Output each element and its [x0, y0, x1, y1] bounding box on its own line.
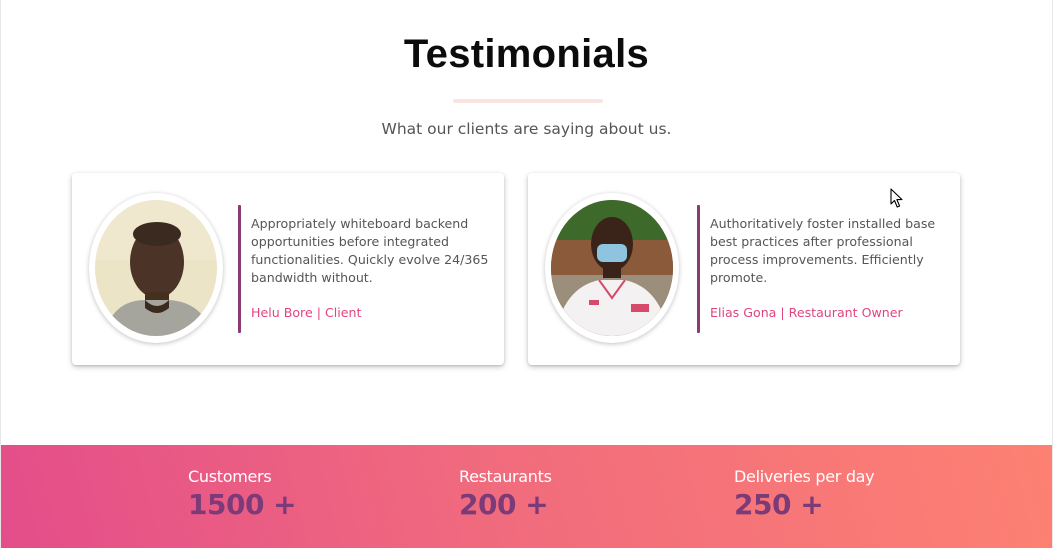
section-title: Testimonials [403, 32, 650, 76]
testimonial-card: Appropriately whiteboard backend opportu… [72, 173, 504, 365]
stat-label: Restaurants [459, 467, 552, 486]
stat-customers: Customers 1500 + [188, 467, 297, 521]
quote-accent-bar [697, 205, 700, 333]
testimonial-quote: Authoritatively foster installed base be… [710, 216, 936, 285]
avatar-frame [545, 193, 679, 343]
stat-value: 1500 + [188, 488, 297, 521]
section-subtitle: What our clients are saying about us. [381, 120, 672, 138]
stat-deliveries: Deliveries per day 250 + [734, 467, 875, 521]
testimonial-author: Helu Bore | Client [251, 305, 362, 320]
stat-label: Deliveries per day [734, 467, 875, 486]
avatar-frame [89, 193, 223, 343]
mouse-cursor-icon [890, 188, 904, 213]
stat-value: 200 + [459, 488, 549, 521]
testimonial-quote: Appropriately whiteboard backend opportu… [251, 216, 489, 285]
stat-restaurants: Restaurants 200 + [459, 467, 552, 521]
quote-accent-bar [238, 205, 241, 333]
avatar [95, 200, 217, 336]
stats-banner: Customers 1500 + Restaurants 200 + Deliv… [1, 445, 1052, 548]
page: Testimonials What our clients are saying… [0, 0, 1053, 548]
testimonial-author: Elias Gona | Restaurant Owner [710, 305, 903, 320]
stat-value: 250 + [734, 488, 824, 521]
avatar [551, 200, 673, 336]
stat-label: Customers [188, 467, 272, 486]
title-underline [453, 99, 603, 103]
